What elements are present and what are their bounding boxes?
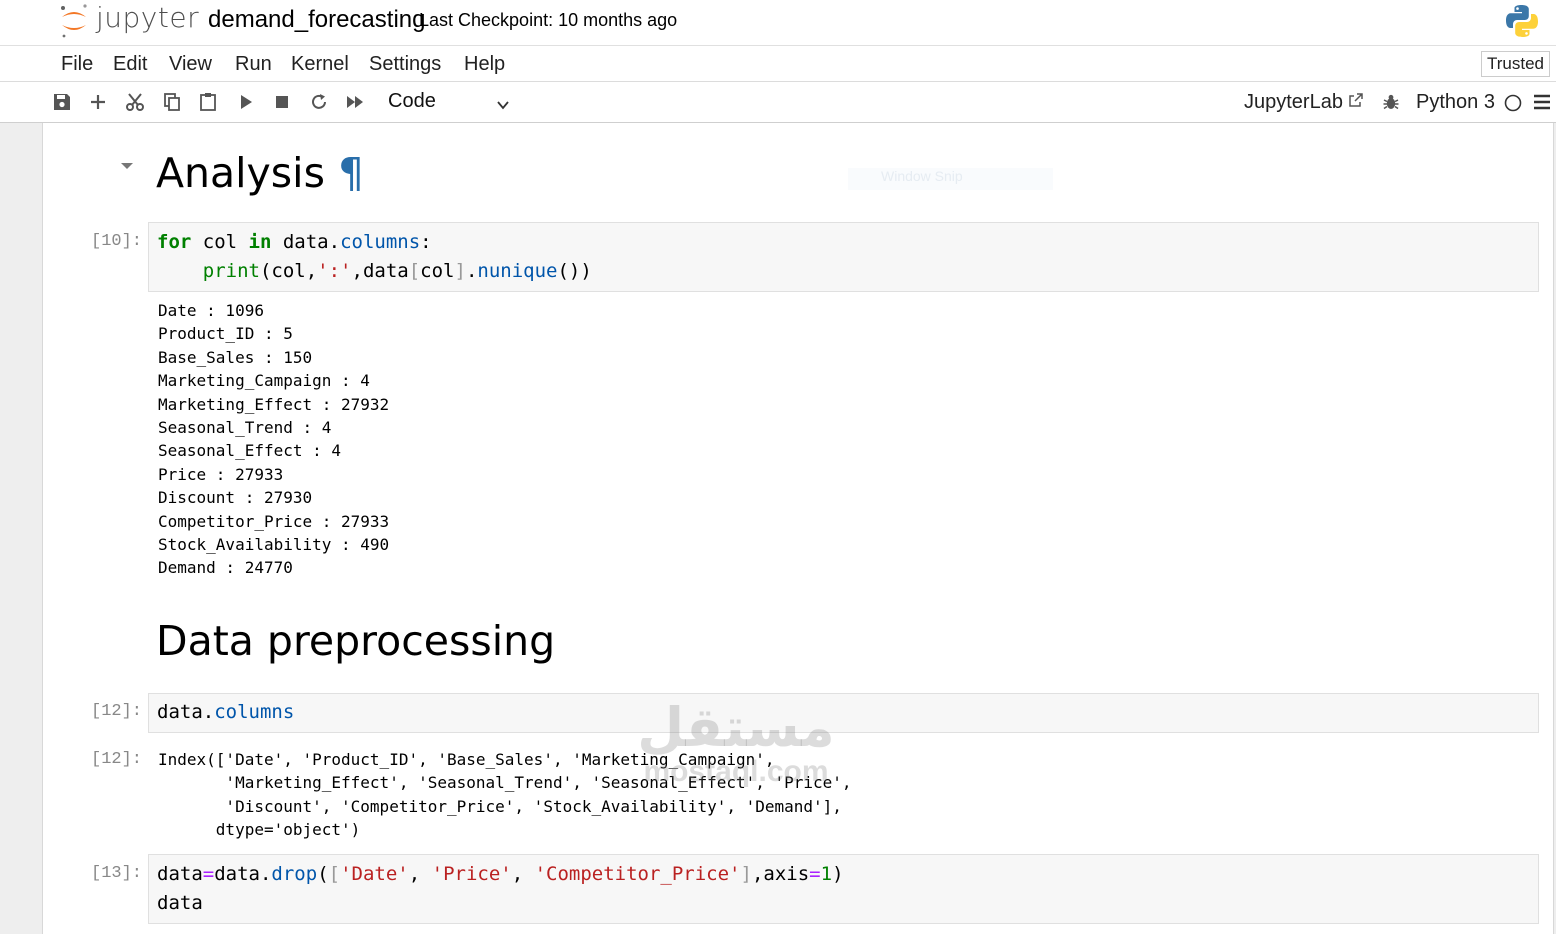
checkpoint-status: Last Checkpoint: 10 months ago [419,10,678,30]
toolbar: Code JupyterLab Python 3 [0,82,1556,123]
menu-edit[interactable]: Edit [113,53,147,76]
menu-settings[interactable]: Settings [369,53,441,76]
trusted-badge[interactable]: Trusted [1480,51,1550,77]
menu-icon[interactable] [1533,94,1551,110]
output-line: Index(['Date', 'Product_ID', 'Base_Sales… [158,750,775,769]
output-line: Marketing_Effect : 27932 [158,394,390,414]
output-line: Seasonal_Effect : 4 [158,441,342,461]
save-icon[interactable] [52,92,72,112]
python-logo-icon [1506,5,1538,37]
output-line: Product_ID : 5 [158,324,293,344]
cell-output-columns-index: Index(['Date', 'Product_ID', 'Base_Sales… [158,748,852,842]
jupyterlab-link[interactable]: JupyterLab [1244,91,1343,114]
kernel-name[interactable]: Python 3 [1416,91,1495,114]
output-line: Competitor_Price : 27933 [158,511,390,531]
code-cell-input[interactable]: data=data.drop(['Date', 'Price', 'Compet… [148,854,1539,924]
output-line: Discount : 27930 [158,488,313,508]
jupyter-logo-icon[interactable] [58,2,90,40]
output-line: Price : 27933 [158,464,284,484]
collapse-caret-icon[interactable] [121,163,133,169]
copy-icon[interactable] [162,92,182,112]
menu-help[interactable]: Help [464,53,505,76]
window-snip-text: Window Snip [881,168,963,184]
input-prompt: [12]: [91,702,143,721]
menu-file[interactable]: File [61,53,93,76]
output-line: Base_Sales : 150 [158,347,313,367]
cut-icon[interactable] [125,92,145,112]
kernel-idle-icon [1504,94,1522,112]
notebook-area: Analysis ¶ Window Snip [10]: for col in … [42,123,1554,934]
header: jupyter demand_forecasting Last Checkpoi… [0,0,1556,46]
cell-type-select[interactable]: Code [388,90,518,113]
menu-view[interactable]: View [169,53,212,76]
window-snip-overlay: Window Snip [848,168,1053,190]
output-prompt: [12]: [91,750,143,769]
jupyter-logo-text[interactable]: jupyter [96,1,199,34]
input-prompt: [13]: [91,864,143,883]
cell-type-value: Code [388,90,436,112]
menubar: File Edit View Run Kernel Settings Help … [0,46,1556,82]
code-cell-input[interactable]: for col in data.columns: print(col,':',d… [148,222,1539,292]
output-line: Marketing_Campaign : 4 [158,371,370,391]
paste-icon[interactable] [198,92,218,112]
fast-forward-icon[interactable] [345,92,365,112]
output-line: Stock_Availability : 490 [158,535,390,555]
run-icon[interactable] [236,92,256,112]
bug-icon[interactable] [1382,93,1400,111]
input-prompt: [10]: [91,232,143,251]
output-line: Date : 1096 [158,301,264,320]
stop-icon[interactable] [272,92,292,112]
menu-run[interactable]: Run [235,53,272,76]
heading-anchor-link[interactable]: ¶ [338,149,364,197]
chevron-down-icon [497,101,509,110]
cell-output-unique-counts: Date : 1096 Product_ID : 5 Base_Sales : 15… [158,299,389,580]
output-line: Seasonal_Trend : 4 [158,418,332,438]
heading-analysis: Analysis ¶ [156,149,364,197]
code-text[interactable]: data.columns [157,698,294,727]
output-line: Demand : 24770 [158,558,293,578]
output-line: dtype='object') [158,820,361,840]
external-link-icon[interactable] [1348,92,1364,108]
output-line: 'Marketing_Effect', 'Seasonal_Trend', 'S… [158,773,852,793]
code-text[interactable]: data=data.drop(['Date', 'Price', 'Compet… [157,860,844,918]
code-text[interactable]: for col in data.columns: print(col,':',d… [157,228,592,286]
output-line: 'Discount', 'Competitor_Price', 'Stock_A… [158,796,842,816]
menu-kernel[interactable]: Kernel [291,53,349,76]
code-cell-input[interactable]: data.columns [148,693,1539,733]
notebook-title[interactable]: demand_forecasting [208,6,425,34]
restart-icon[interactable] [309,92,329,112]
add-icon[interactable] [88,92,108,112]
heading-data-preprocessing: Data preprocessing [156,617,556,665]
heading-analysis-text: Analysis [156,149,325,197]
